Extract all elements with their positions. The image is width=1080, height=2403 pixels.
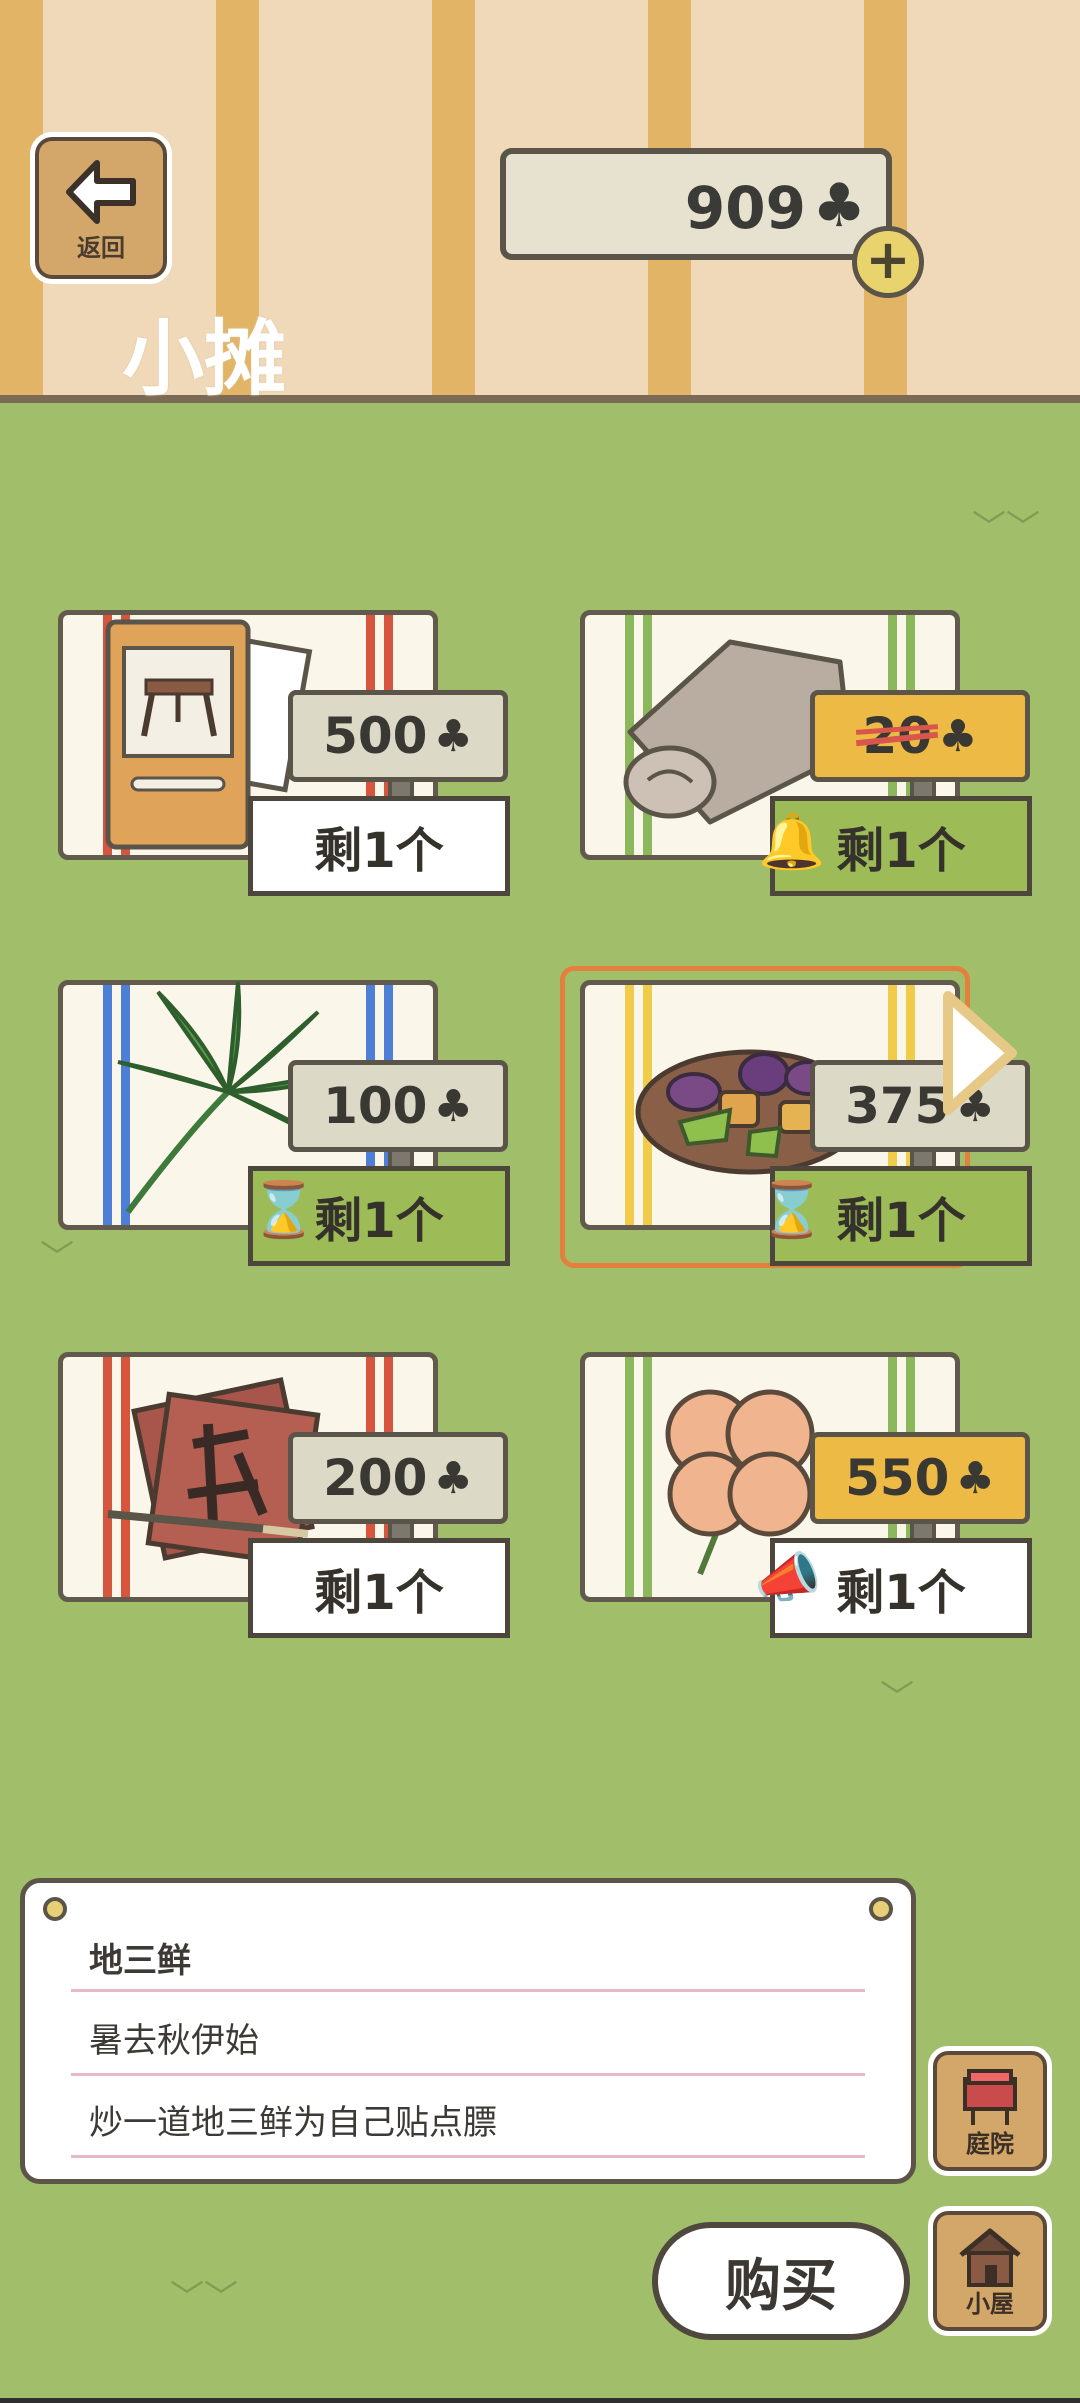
shop-item-4[interactable]: 375 ♣ 剩1个 ⌛ — [560, 962, 1060, 1282]
grass-decoration: ﹀﹀ — [170, 2278, 238, 2318]
price-tag: 100 ♣ — [288, 1060, 508, 1152]
yard-button[interactable]: 庭院 — [928, 2046, 1052, 2176]
back-label: 返回 — [77, 234, 125, 262]
price-value: 20 — [862, 707, 933, 765]
clover-icon: ♣ — [812, 171, 866, 241]
shop-item-1[interactable]: 500 ♣ 剩1个 — [38, 592, 538, 912]
house-label: 小屋 — [966, 2290, 1014, 2318]
shop-item-3[interactable]: 100 ♣ 剩1个 ⌛ — [38, 962, 538, 1282]
hourglass-icon: ⌛ — [250, 1178, 318, 1241]
house-icon — [959, 2228, 1021, 2287]
stock-label: 剩1个 — [248, 796, 510, 896]
page-title: 小摊 — [122, 312, 287, 407]
price-tag: 550 ♣ — [810, 1432, 1030, 1524]
shop-item-5[interactable]: 200 ♣ 剩1个 — [38, 1334, 538, 1654]
pin-icon — [869, 1897, 893, 1921]
price-tag: 500 ♣ — [288, 690, 508, 782]
clover-icon: ♣ — [433, 1080, 473, 1132]
divider — [71, 2073, 865, 2076]
stock-label: 剩1个 — [248, 1538, 510, 1638]
price-value: 200 — [323, 1449, 428, 1507]
price-tag: 20 ♣ — [810, 690, 1030, 782]
item-desc-line-1: 暑去秋伊始 — [89, 2021, 259, 2061]
shop-item-2[interactable]: 20 ♣ 剩1个 🔔 — [560, 592, 1060, 912]
yard-label: 庭院 — [966, 2130, 1014, 2158]
divider — [71, 2155, 865, 2158]
clover-icon: ♣ — [433, 1452, 473, 1504]
hourglass-icon: ⌛ — [758, 1178, 826, 1241]
house-button[interactable]: 小屋 — [928, 2206, 1052, 2336]
item-desc-line-2: 炒一道地三鲜为自己贴点膘 — [89, 2103, 497, 2143]
price-tag: 200 ♣ — [288, 1432, 508, 1524]
shop-item-6[interactable]: 550 ♣ 剩1个 📣 — [560, 1334, 1060, 1654]
back-arrow-icon — [66, 160, 136, 224]
megaphone-icon: 📣 — [754, 1546, 822, 1609]
price-value: 100 — [323, 1077, 428, 1135]
clover-icon: ♣ — [433, 710, 473, 762]
coin-balance: 909 ♣ — [500, 148, 892, 260]
price-value: 500 — [323, 707, 428, 765]
coin-count: 909 — [684, 174, 806, 242]
item-name: 地三鲜 — [89, 1941, 191, 1981]
bottom-bar — [0, 2398, 1080, 2403]
clover-icon: ♣ — [938, 710, 978, 762]
grass-decoration: ﹀ — [880, 1678, 914, 1718]
divider — [71, 1989, 865, 1992]
pin-icon — [43, 1897, 67, 1921]
back-button[interactable]: 返回 — [30, 132, 172, 284]
grass-decoration: ﹀﹀ — [972, 508, 1040, 548]
next-arrow-icon[interactable] — [938, 990, 1020, 1116]
price-value: 550 — [845, 1449, 950, 1507]
item-description-panel: 地三鲜 暑去秋伊始 炒一道地三鲜为自己贴点膘 — [20, 1878, 916, 2184]
yard-icon — [963, 2069, 1017, 2125]
bell-icon: 🔔 — [758, 810, 826, 873]
buy-button[interactable]: 购买 — [652, 2222, 910, 2340]
price-value: 375 — [845, 1077, 950, 1135]
add-coins-button[interactable]: + — [852, 226, 924, 298]
clover-icon: ♣ — [955, 1452, 995, 1504]
